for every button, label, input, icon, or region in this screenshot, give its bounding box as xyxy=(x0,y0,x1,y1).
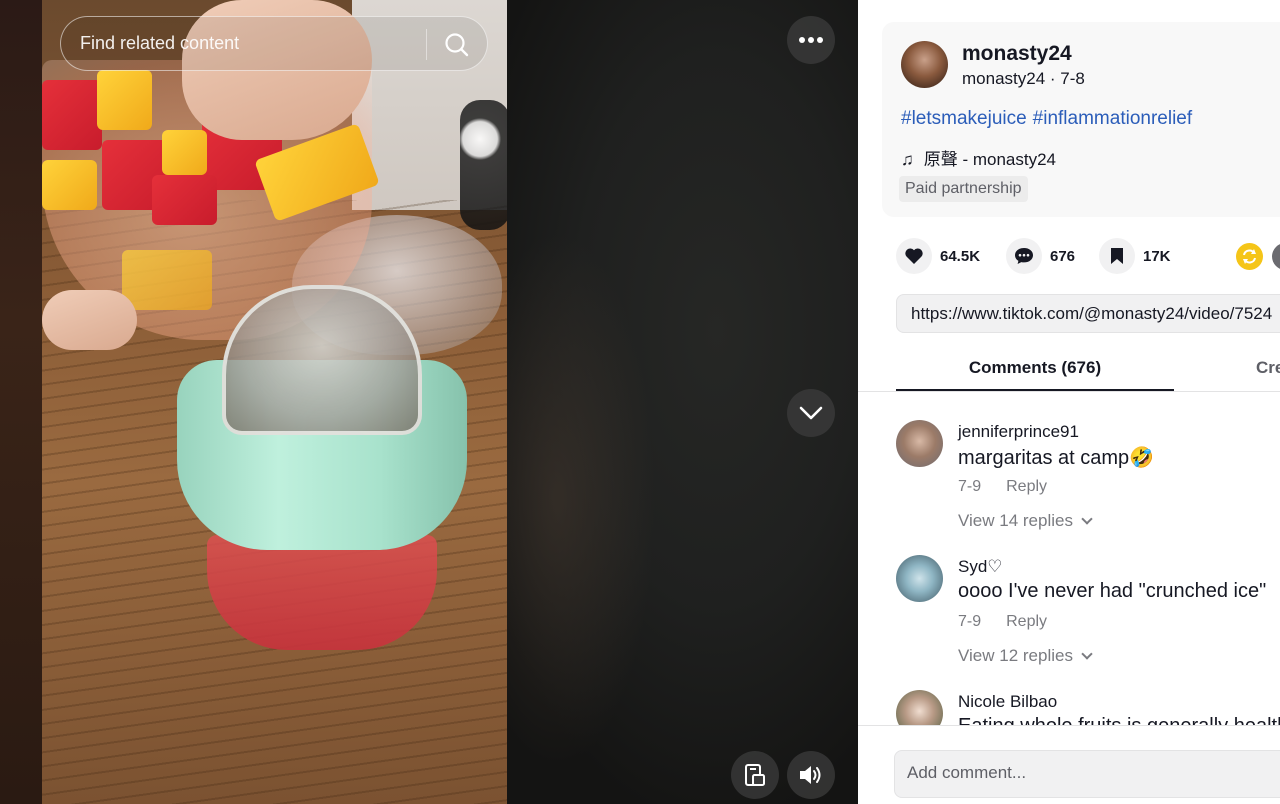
commenter-username[interactable]: jenniferprince91 xyxy=(958,422,1079,442)
video-fruit xyxy=(42,160,97,210)
chevron-down-icon xyxy=(799,406,823,420)
tab-comments[interactable]: Comments (676) xyxy=(896,358,1174,378)
video-frame[interactable] xyxy=(42,0,507,804)
comment-date: 7-9 xyxy=(958,478,982,495)
video-fruit xyxy=(42,80,102,150)
repost-share-button[interactable] xyxy=(1236,243,1263,270)
author-subline: monasty24 · 7-8 xyxy=(962,69,1085,88)
repost-icon xyxy=(1243,249,1256,264)
tab-creator-videos[interactable]: Cre xyxy=(1256,358,1280,378)
volume-button[interactable] xyxy=(787,751,835,799)
chevron-down-icon xyxy=(1081,513,1093,525)
author-name[interactable]: monasty24 xyxy=(962,42,1072,66)
bookmark-icon xyxy=(1099,238,1135,274)
app-root: Find related content monasty24 monasty24… xyxy=(0,0,1280,804)
hashtag-link[interactable]: #inflammationrelief xyxy=(1033,108,1192,129)
video-fruit xyxy=(162,130,207,175)
blurred-background-left xyxy=(0,0,42,804)
music-link[interactable]: ♫ 原聲 - monasty24 xyxy=(901,145,1056,170)
video-jar-neck xyxy=(222,285,422,435)
view-replies-button[interactable]: View 12 replies xyxy=(958,646,1093,666)
search-divider xyxy=(426,29,427,60)
paid-partnership-badge: Paid partnership xyxy=(899,176,1028,202)
heart-icon xyxy=(896,238,932,274)
comment-date: 7-9 xyxy=(958,613,982,630)
video-jar-base xyxy=(207,535,437,650)
action-bar: 64.5K 676 17K xyxy=(896,238,1280,276)
comment-text: oooo I've never had "crunched ice" xyxy=(958,580,1267,602)
comment-count: 676 xyxy=(1050,247,1076,265)
share-more-button[interactable] xyxy=(1272,243,1280,270)
more-icon xyxy=(799,37,823,43)
video-jar xyxy=(177,285,467,660)
music-title: 原聲 - monasty24 xyxy=(923,150,1057,169)
comment-item: Nicole Bilbao Eating whole fruits is gen… xyxy=(896,675,1280,725)
video-stage[interactable]: Find related content xyxy=(0,0,858,804)
speaker-icon xyxy=(800,766,821,784)
reply-button[interactable]: Reply xyxy=(1006,613,1047,630)
commenter-username[interactable]: Nicole Bilbao xyxy=(958,692,1057,712)
video-fruit xyxy=(152,175,217,225)
view-replies-label: View 12 replies xyxy=(958,646,1073,665)
more-options-button[interactable] xyxy=(787,16,835,64)
video-pearls xyxy=(460,100,507,230)
caption-hashtags: #letsmakejuice #inflammationrelief xyxy=(901,108,1198,130)
search-input[interactable]: Find related content xyxy=(80,33,239,54)
view-replies-label: View 14 replies xyxy=(958,511,1073,530)
commenter-avatar[interactable] xyxy=(896,420,943,467)
comment-text: margaritas at camp🤣 xyxy=(958,447,1155,469)
comment-text: Eating whole fruits is generally health xyxy=(958,715,1280,725)
search-bar[interactable]: Find related content xyxy=(60,16,488,71)
floating-player-icon xyxy=(745,764,765,786)
music-note-icon: ♫ xyxy=(901,150,914,169)
add-comment-bar: Add comment... xyxy=(858,725,1280,804)
commenter-avatar[interactable] xyxy=(896,555,943,602)
comment-button[interactable]: 676 xyxy=(1006,238,1075,274)
active-tab-indicator xyxy=(896,389,1174,391)
add-comment-input[interactable]: Add comment... xyxy=(894,750,1280,798)
commenter-avatar[interactable] xyxy=(896,690,943,725)
reply-button[interactable]: Reply xyxy=(1006,478,1047,495)
video-url-field[interactable]: https://www.tiktok.com/@monasty24/video/… xyxy=(896,294,1280,333)
video-info-card: monasty24 monasty24 · 7-8 #letsmakejuice… xyxy=(882,22,1280,217)
like-button[interactable]: 64.5K xyxy=(896,238,980,274)
video-fruit xyxy=(97,70,152,130)
floating-player-button[interactable] xyxy=(731,751,779,799)
comment-tabs: Comments (676) Cre xyxy=(858,340,1280,392)
comment-list[interactable]: jenniferprince91 margaritas at camp🤣 7-9… xyxy=(858,405,1280,725)
comment-meta: 7-9 Reply xyxy=(958,478,1047,496)
comment-item: Syd♡ oooo I've never had "crunched ice" … xyxy=(896,540,1280,675)
video-hand xyxy=(42,290,137,350)
save-count: 17K xyxy=(1143,247,1171,265)
like-count: 64.5K xyxy=(940,247,981,265)
comment-item: jenniferprince91 margaritas at camp🤣 7-9… xyxy=(896,405,1280,540)
details-panel: monasty24 monasty24 · 7-8 #letsmakejuice… xyxy=(858,0,1280,804)
author-avatar[interactable] xyxy=(901,41,948,88)
comment-icon xyxy=(1006,238,1042,274)
next-video-button[interactable] xyxy=(787,389,835,437)
commenter-username[interactable]: Syd♡ xyxy=(958,557,1003,577)
comment-meta: 7-9 Reply xyxy=(958,613,1047,631)
view-replies-button[interactable]: View 14 replies xyxy=(958,511,1093,531)
chevron-down-icon xyxy=(1081,648,1093,660)
save-button[interactable]: 17K xyxy=(1099,238,1171,274)
search-icon[interactable] xyxy=(443,31,471,59)
hashtag-link[interactable]: #letsmakejuice xyxy=(901,108,1027,129)
